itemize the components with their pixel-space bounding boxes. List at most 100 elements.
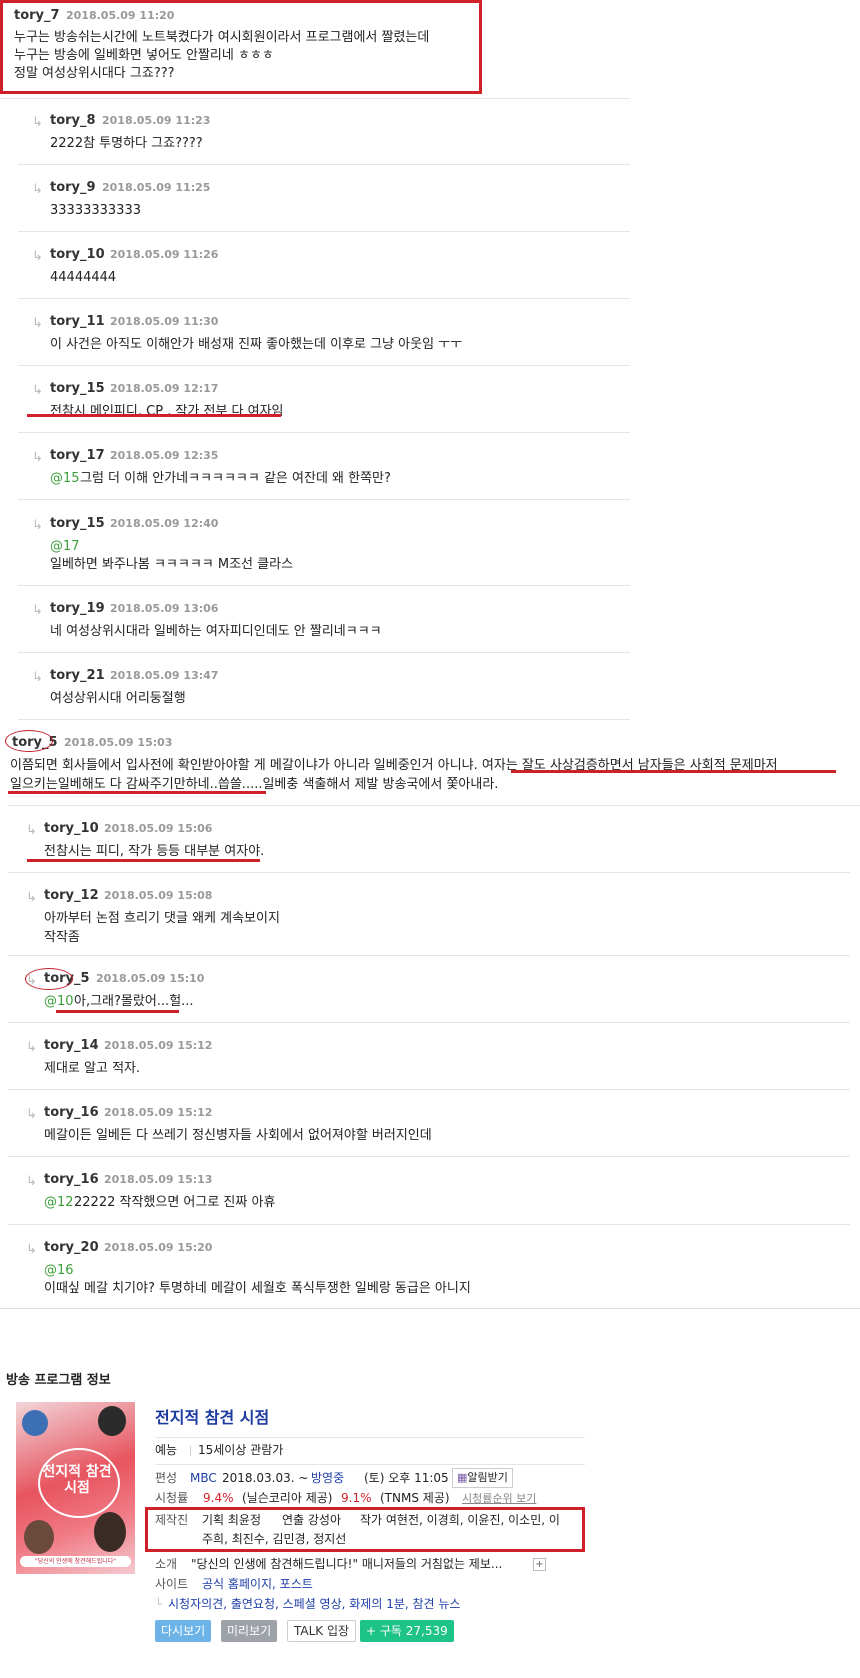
comment-date: 2018.05.09 15:03 bbox=[64, 736, 173, 749]
mention-link[interactable]: @15 bbox=[50, 469, 80, 488]
age-rating: 15세이상 관람가 bbox=[198, 1443, 284, 1457]
comment-text: 전참시 메인피디, CP , 작가 전부 다 여자임 bbox=[50, 404, 284, 419]
comment-date: 2018.05.09 11:20 bbox=[66, 9, 175, 22]
comment-author[interactable]: tory_21 bbox=[50, 668, 105, 683]
divider bbox=[18, 164, 630, 165]
intro-text: "당신의 인생에 참견해드립니다!" 매니저들의 거침없는 제보... bbox=[191, 1557, 503, 1571]
comment-date: 2018.05.09 12:35 bbox=[110, 449, 219, 462]
comment-author[interactable]: tory_10 bbox=[50, 247, 105, 262]
program-title[interactable]: 전지적 참견 시점 bbox=[155, 1408, 269, 1427]
talk-button[interactable]: TALK 입장 bbox=[287, 1620, 357, 1642]
staff-writer: 주희, 최진수, 김민경, 정지선 bbox=[202, 1532, 347, 1546]
divider bbox=[18, 432, 630, 433]
poster-face bbox=[94, 1512, 126, 1552]
comment-date: 2018.05.09 11:26 bbox=[110, 248, 219, 261]
comment-text: 메갈이든 일베든 다 쓰레기 정신병자들 사회에서 없어져야할 버러지인데 bbox=[44, 1128, 432, 1143]
comment-author[interactable]: tory_15 bbox=[50, 516, 105, 531]
comment-text: 아까부터 논점 흐리기 댓글 왜케 계속보이지 bbox=[44, 911, 280, 926]
divider bbox=[18, 499, 630, 500]
expand-icon[interactable]: + bbox=[533, 1558, 546, 1571]
poster-title: 전지적 참견 시점 bbox=[42, 1464, 112, 1496]
circle-mark bbox=[5, 730, 53, 752]
poster-image[interactable]: 전지적 참견 시점 "당신의 인생에 참견해드립니다" bbox=[16, 1402, 135, 1574]
comment-text: 제대로 알고 적자. bbox=[44, 1061, 141, 1076]
divider bbox=[190, 1446, 191, 1456]
divider bbox=[18, 719, 630, 720]
comment-text: 누구는 방송쉬는시간에 노트북켰다가 여시회원이라서 프로그램에서 짤렸는데 bbox=[14, 30, 430, 45]
comment-text: 작작좀 bbox=[44, 930, 80, 945]
comment-author[interactable]: tory_15 bbox=[50, 381, 105, 396]
mention-link[interactable]: @17 bbox=[50, 537, 80, 556]
comment-text: 그럼 더 이해 안가네ㅋㅋㅋㅋㅋㅋ 같은 여잔데 왜 한쪽만? bbox=[80, 471, 391, 486]
alarm-button[interactable]: ▦알림받기 bbox=[452, 1468, 513, 1488]
comment-author[interactable]: tory_14 bbox=[44, 1038, 99, 1053]
divider bbox=[18, 652, 630, 653]
mention-link[interactable]: @12 bbox=[44, 1193, 74, 1212]
poster-face bbox=[22, 1410, 48, 1436]
staff-writer: 작가 여현전, 이경희, 이윤진, 이소민, 이 bbox=[360, 1513, 560, 1527]
replay-button[interactable]: 다시보기 bbox=[155, 1620, 212, 1642]
comment-author[interactable]: tory_17 bbox=[50, 448, 105, 463]
preview-button[interactable]: 미리보기 bbox=[221, 1620, 278, 1642]
reply-arrow-icon: ↳ bbox=[32, 603, 43, 618]
comment-date: 2018.05.09 13:06 bbox=[110, 602, 219, 615]
underline-mark bbox=[511, 770, 836, 773]
divider bbox=[18, 585, 630, 586]
divider bbox=[8, 955, 850, 956]
reply-arrow-icon: ↳ bbox=[32, 316, 43, 331]
reply-arrow-icon: ↳ bbox=[26, 1040, 37, 1055]
divider bbox=[0, 98, 630, 99]
comment-author[interactable]: tory_11 bbox=[50, 314, 105, 329]
comment-text: 이 사건은 아직도 이해안가 배성재 진짜 좋아했는데 이후로 그냥 아웃임 ㅜ… bbox=[50, 337, 463, 352]
comment-text: 아,그래?몰랐어...헐... bbox=[74, 994, 194, 1009]
comment-author[interactable]: tory_8 bbox=[50, 113, 96, 128]
comment-date: 2018.05.09 12:40 bbox=[110, 517, 219, 530]
comment-text: 22222 작작했으면 어그로 진짜 아휴 bbox=[74, 1195, 276, 1210]
comment-author[interactable]: tory_10 bbox=[44, 821, 99, 836]
comment-author[interactable]: tory_20 bbox=[44, 1240, 99, 1255]
comment-date: 2018.05.09 15:08 bbox=[104, 889, 213, 902]
circle-mark bbox=[25, 968, 73, 990]
underline-mark bbox=[27, 414, 281, 417]
comment-author[interactable]: tory_7 bbox=[14, 8, 60, 23]
comment-date: 2018.05.09 15:12 bbox=[104, 1039, 213, 1052]
comment-text: 일베하면 봐주나봄 ㅋㅋㅋㅋㅋ M조선 클라스 bbox=[50, 557, 294, 572]
reply-arrow-icon: ↳ bbox=[32, 670, 43, 685]
comment-text: 이때싶 메갈 치기야? 투명하네 메갈이 세월호 폭식투쟁한 일베랑 동급은 아… bbox=[44, 1281, 471, 1296]
comment-author[interactable]: tory_19 bbox=[50, 601, 105, 616]
divider bbox=[18, 298, 630, 299]
site-label: 사이트 bbox=[155, 1577, 189, 1591]
mention-link[interactable]: @10 bbox=[44, 992, 74, 1011]
divider bbox=[8, 1022, 850, 1023]
poster-face bbox=[24, 1520, 54, 1554]
rating-rank-link[interactable]: 시청률순위 보기 bbox=[462, 1489, 536, 1508]
divider bbox=[8, 1224, 850, 1225]
comment-author[interactable]: tory_16 bbox=[44, 1172, 99, 1187]
staff-label: 제작진 bbox=[155, 1513, 189, 1527]
poster-face bbox=[98, 1406, 126, 1436]
comment-text: 누구는 방송에 일베화면 넣어도 안짤리네 ㅎㅎㅎ bbox=[14, 48, 274, 63]
divider bbox=[155, 1464, 585, 1465]
sub-links[interactable]: 시청자의견, 출연요청, 스페셜 영상, 화제의 1분, 참견 뉴스 bbox=[168, 1595, 460, 1614]
channel-link[interactable]: MBC bbox=[190, 1469, 217, 1488]
broadcast-time: (토) 오후 11:05 bbox=[364, 1471, 449, 1485]
schedule-label: 편성 bbox=[155, 1471, 178, 1485]
comment-author[interactable]: tory_16 bbox=[44, 1105, 99, 1120]
staff-plan: 기획 최윤정 bbox=[202, 1513, 262, 1527]
underline-mark bbox=[8, 791, 266, 794]
reply-arrow-icon: ↳ bbox=[26, 890, 37, 905]
subscribe-button[interactable]: + 구독 27,539 bbox=[360, 1620, 454, 1642]
comment-author[interactable]: tory_12 bbox=[44, 888, 99, 903]
intro-label: 소개 bbox=[155, 1557, 178, 1571]
rating-source-2: (TNMS 제공) bbox=[380, 1491, 450, 1505]
underline-mark bbox=[27, 859, 260, 862]
comment-text: 여성상위시대 어리둥절행 bbox=[50, 691, 186, 706]
divider bbox=[18, 365, 630, 366]
underline-mark bbox=[56, 1010, 179, 1013]
site-links[interactable]: 공식 홈페이지, 포스트 bbox=[202, 1575, 313, 1594]
rating-value-1: 9.4% bbox=[203, 1491, 234, 1505]
ratings-label: 시청률 bbox=[155, 1491, 189, 1505]
comment-text: 2222참 투명하다 그죠???? bbox=[50, 136, 203, 151]
mention-link[interactable]: @16 bbox=[44, 1261, 74, 1280]
comment-author[interactable]: tory_9 bbox=[50, 180, 96, 195]
